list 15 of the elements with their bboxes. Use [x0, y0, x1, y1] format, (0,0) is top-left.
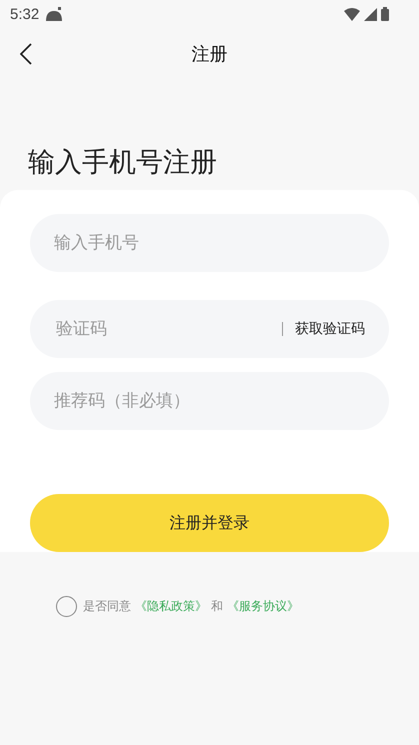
heading: 输入手机号注册 — [27, 146, 218, 180]
signal-icon — [364, 8, 377, 20]
wifi-icon — [344, 8, 360, 20]
status-time: 5:32 — [10, 6, 40, 22]
agreement-text: 和 — [211, 598, 223, 615]
input-field[interactable]: 推荐码（非必填） — [30, 372, 389, 430]
agree-checkbox[interactable] — [56, 596, 77, 617]
input-field[interactable]: 输入手机号 — [30, 214, 389, 272]
battery-icon — [381, 7, 389, 21]
page-title: 注册 — [192, 43, 228, 66]
back-icon — [20, 43, 32, 65]
register-button[interactable]: 注册并登录 — [30, 494, 389, 552]
code-input[interactable]: 验证码 — [54, 318, 282, 340]
get-code-button[interactable]: 获取验证码 — [295, 320, 365, 338]
agreement-text: 是否同意 — [83, 598, 131, 615]
